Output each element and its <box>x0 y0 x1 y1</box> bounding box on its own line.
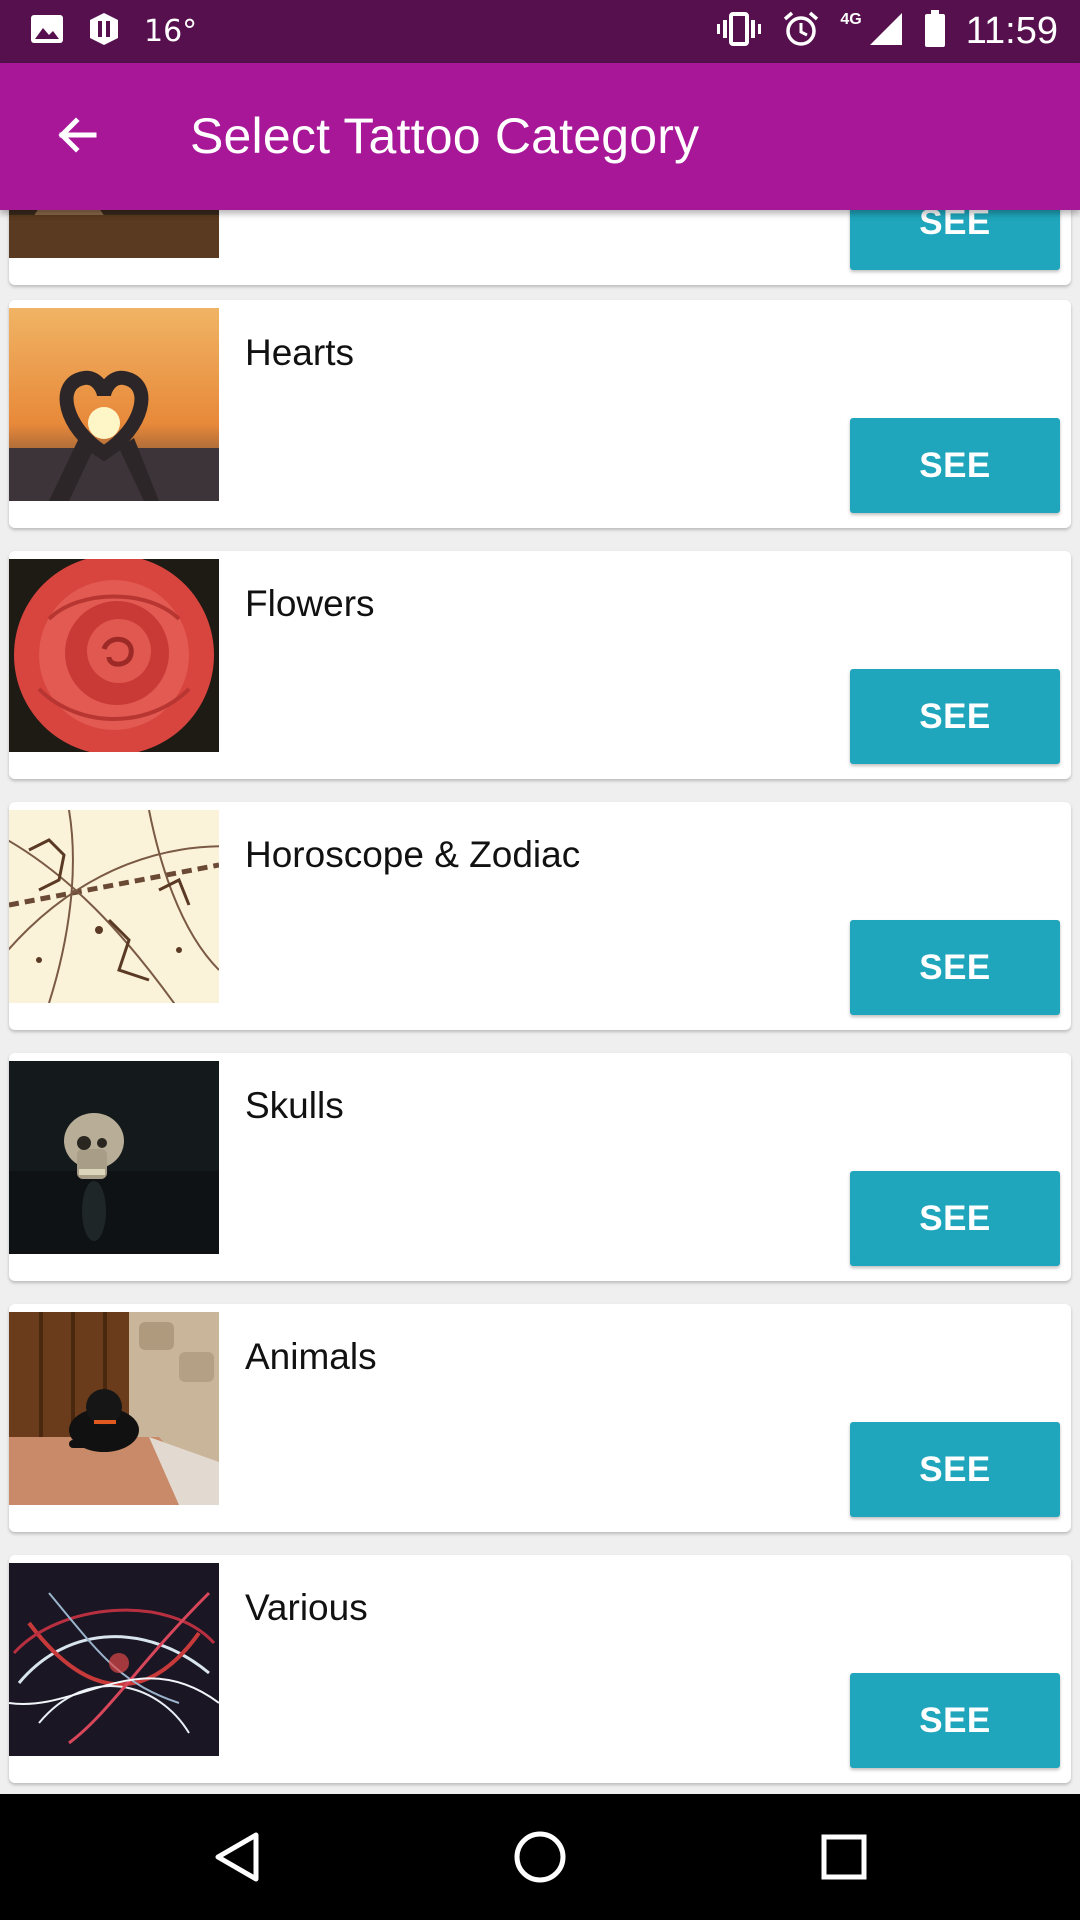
category-card-skulls: Skulls SEE <box>9 1053 1071 1281</box>
category-card-hearts: Hearts SEE <box>9 300 1071 528</box>
page-title: Select Tattoo Category <box>190 108 700 164</box>
nav-recents-button[interactable] <box>809 1822 879 1892</box>
category-thumbnail-zodiac <box>9 810 219 1003</box>
back-triangle-icon <box>215 1832 259 1882</box>
category-card-various: Various SEE <box>9 1555 1071 1783</box>
home-circle-icon <box>514 1831 566 1883</box>
temperature-text: 16° <box>144 14 198 49</box>
category-title: Hearts <box>245 332 354 373</box>
category-thumbnail-flowers <box>9 559 219 752</box>
signal-icon <box>868 11 904 52</box>
see-button[interactable]: SEE <box>850 1673 1060 1768</box>
category-title: Horoscope & Zodiac <box>245 834 581 875</box>
category-thumbnail-various <box>9 1563 219 1756</box>
category-card-animals: Animals SEE <box>9 1304 1071 1532</box>
category-title: Skulls <box>245 1085 344 1126</box>
category-thumbnail-skulls <box>9 1061 219 1254</box>
nav-back-button[interactable] <box>201 1822 271 1892</box>
arrow-back-icon <box>58 117 97 153</box>
app-icon <box>86 11 122 52</box>
vibrate-icon <box>716 11 762 52</box>
clock-text: 11:59 <box>965 10 1058 52</box>
recents-square-icon <box>821 1834 867 1880</box>
category-list[interactable]: SEE Hearts SEE Flowers SEE Horoscope & Z… <box>0 210 1080 1794</box>
category-card-flowers: Flowers SEE <box>9 551 1071 779</box>
see-button[interactable]: SEE <box>850 669 1060 764</box>
alarm-icon <box>782 10 820 53</box>
nav-home-button[interactable] <box>505 1822 575 1892</box>
status-bar: 16° 4G 11:59 <box>0 0 1080 63</box>
category-card-partial: SEE <box>9 210 1071 285</box>
see-button[interactable]: SEE <box>850 1422 1060 1517</box>
category-title: Animals <box>245 1336 377 1377</box>
category-thumbnail-hearts <box>9 308 219 501</box>
category-title: Flowers <box>245 583 375 624</box>
battery-icon <box>924 10 946 53</box>
network-type-text: 4G <box>840 10 862 28</box>
category-title: Various <box>245 1587 368 1628</box>
see-button[interactable]: SEE <box>850 1171 1060 1266</box>
see-button[interactable]: SEE <box>850 210 1060 270</box>
category-thumbnail-animals <box>9 1312 219 1505</box>
category-card-zodiac: Horoscope & Zodiac SEE <box>9 802 1071 1030</box>
navigation-bar <box>0 1794 1080 1920</box>
see-button[interactable]: SEE <box>850 920 1060 1015</box>
category-thumbnail <box>9 210 219 258</box>
back-button[interactable] <box>46 103 110 167</box>
see-button[interactable]: SEE <box>850 418 1060 513</box>
app-bar: Select Tattoo Category <box>0 63 1080 210</box>
image-icon <box>30 14 64 49</box>
